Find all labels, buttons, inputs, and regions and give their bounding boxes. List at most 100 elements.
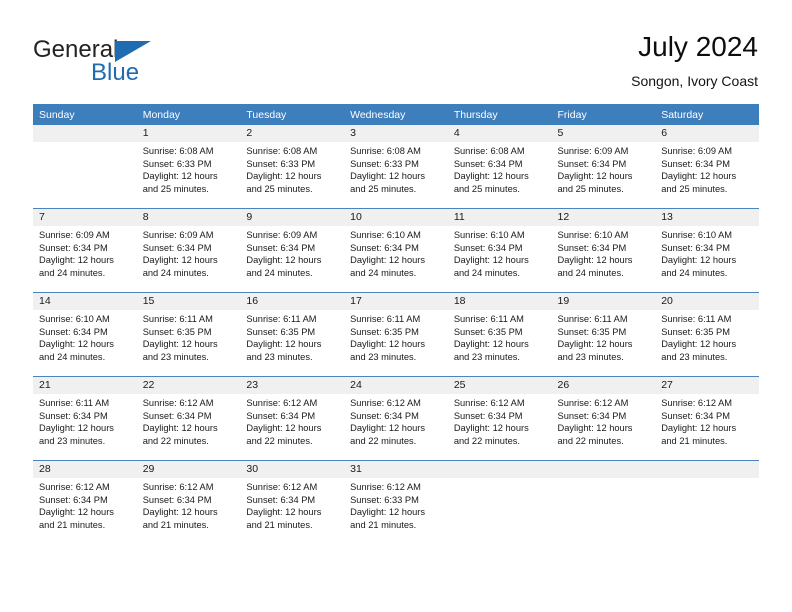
calendar-day-cell[interactable]: 10 Sunrise: 6:10 AM Sunset: 6:34 PM Dayligh… [344, 208, 448, 293]
calendar-day-cell[interactable]: 9 Sunrise: 6:09 AM Sunset: 6:34 PM Daylight… [240, 208, 345, 293]
day-details [33, 142, 137, 145]
daylight-text-cont: and 23 minutes. [453, 351, 520, 362]
calendar-day-cell[interactable]: 19 Sunrise: 6:11 AM Sunset: 6:35 PM Dayligh… [551, 292, 656, 377]
calendar-day-cell[interactable]: 25 Sunrise: 6:12 AM Sunset: 6:34 PM Dayligh… [447, 376, 552, 461]
day-number: 15 [136, 293, 241, 310]
sunrise-text: Sunrise: 6:11 AM [142, 314, 213, 324]
daylight-text: Daylight: 12 hours [246, 423, 322, 434]
calendar-day-cell[interactable]: 13 Sunrise: 6:10 AM Sunset: 6:34 PM Dayligh… [655, 208, 759, 293]
calendar-day-cell[interactable]: 16 Sunrise: 6:11 AM Sunset: 6:35 PM Dayligh… [240, 292, 345, 377]
calendar-day-cell[interactable]: 5 Sunrise: 6:09 AM Sunset: 6:34 PM Daylight… [551, 125, 656, 209]
day-details: Sunrise: 6:12 AM Sunset: 6:34 PM Daylight:… [552, 394, 656, 447]
daylight-text: Daylight: 12 hours [142, 171, 218, 182]
day-number: 10 [344, 209, 448, 226]
calendar-day-cell[interactable]: 4 Sunrise: 6:08 AM Sunset: 6:34 PM Daylight… [447, 125, 552, 209]
sunset-text: Sunset: 6:34 PM [661, 242, 730, 253]
title-block: July 2024 Songon, Ivory Coast [631, 30, 758, 90]
daylight-text-cont: and 24 minutes. [557, 267, 624, 278]
page-header: General Blue July 2024 Songon, Ivory Coa… [0, 0, 792, 102]
sunset-text: Sunset: 6:34 PM [453, 242, 523, 253]
day-details: Sunrise: 6:11 AM Sunset: 6:35 PM Daylight:… [448, 310, 552, 363]
calendar-day-cell[interactable]: 14 Sunrise: 6:10 AM Sunset: 6:34 PM Dayligh… [33, 292, 137, 377]
daylight-text: Daylight: 12 hours [661, 339, 737, 350]
day-details: Sunrise: 6:10 AM Sunset: 6:34 PM Daylight:… [552, 226, 656, 279]
sunrise-text: Sunrise: 6:11 AM [557, 314, 628, 324]
calendar-day-cell[interactable]: 24 Sunrise: 6:12 AM Sunset: 6:34 PM Dayligh… [344, 376, 448, 461]
daylight-text: Daylight: 12 hours [557, 339, 633, 350]
day-number: 13 [655, 209, 759, 226]
day-details: Sunrise: 6:09 AM Sunset: 6:34 PM Daylight:… [137, 226, 241, 279]
daylight-text: Daylight: 12 hours [246, 255, 322, 266]
sunset-text: Sunset: 6:34 PM [142, 494, 212, 505]
calendar-day-cell[interactable]: 6 Sunrise: 6:09 AM Sunset: 6:34 PM Daylight… [655, 125, 759, 209]
calendar-day-cell[interactable]: 30 Sunrise: 6:12 AM Sunset: 6:34 PM Dayligh… [240, 460, 345, 544]
calendar-day-cell[interactable]: 8 Sunrise: 6:09 AM Sunset: 6:34 PM Daylight… [136, 208, 241, 293]
calendar-day-cell[interactable]: 26 Sunrise: 6:12 AM Sunset: 6:34 PM Dayligh… [551, 376, 656, 461]
sunrise-text: Sunrise: 6:09 AM [661, 146, 733, 156]
sunrise-text: Sunrise: 6:08 AM [246, 146, 318, 156]
day-details: Sunrise: 6:09 AM Sunset: 6:34 PM Daylight:… [552, 142, 656, 195]
day-details: Sunrise: 6:12 AM Sunset: 6:34 PM Daylight:… [240, 478, 344, 531]
calendar-day-cell[interactable]: 1 Sunrise: 6:08 AM Sunset: 6:33 PM Daylight… [136, 125, 241, 209]
day-details: Sunrise: 6:08 AM Sunset: 6:33 PM Daylight:… [240, 142, 344, 195]
calendar-week-row: 28 Sunrise: 6:12 AM Sunset: 6:34 PM Dayligh… [33, 460, 759, 544]
calendar-day-cell[interactable]: 20 Sunrise: 6:11 AM Sunset: 6:35 PM Dayligh… [655, 292, 759, 377]
weekday-header-friday: Friday [551, 104, 656, 125]
day-number: 14 [33, 293, 137, 310]
calendar-day-cell[interactable]: 31 Sunrise: 6:12 AM Sunset: 6:33 PM Dayligh… [344, 460, 448, 544]
sunrise-text: Sunrise: 6:10 AM [453, 230, 525, 240]
calendar-day-cell[interactable]: 23 Sunrise: 6:12 AM Sunset: 6:34 PM Dayligh… [240, 376, 345, 461]
sunrise-text: Sunrise: 6:10 AM [39, 314, 110, 324]
daylight-text: Daylight: 12 hours [557, 255, 633, 266]
day-number: 30 [240, 461, 345, 478]
day-details: Sunrise: 6:08 AM Sunset: 6:34 PM Daylight:… [448, 142, 552, 195]
day-details: Sunrise: 6:11 AM Sunset: 6:35 PM Daylight:… [655, 310, 759, 363]
daylight-text-cont: and 25 minutes. [246, 183, 313, 194]
calendar-day-cell-empty [551, 460, 656, 544]
day-details: Sunrise: 6:10 AM Sunset: 6:34 PM Daylight:… [344, 226, 448, 279]
calendar-page: General Blue July 2024 Songon, Ivory Coa… [0, 0, 792, 612]
calendar-day-cell[interactable]: 3 Sunrise: 6:08 AM Sunset: 6:33 PM Daylight… [344, 125, 448, 209]
calendar-day-cell[interactable]: 29 Sunrise: 6:12 AM Sunset: 6:34 PM Dayligh… [136, 460, 241, 544]
calendar-day-cell[interactable]: 28 Sunrise: 6:12 AM Sunset: 6:34 PM Dayligh… [33, 460, 137, 544]
weekday-header-monday: Monday [136, 104, 241, 125]
day-number: 22 [136, 377, 241, 394]
day-details [448, 478, 552, 481]
daylight-text: Daylight: 12 hours [453, 339, 529, 350]
calendar-day-cell[interactable]: 15 Sunrise: 6:11 AM Sunset: 6:35 PM Dayligh… [136, 292, 241, 377]
calendar-day-cell[interactable]: 7 Sunrise: 6:09 AM Sunset: 6:34 PM Daylight… [33, 208, 137, 293]
daylight-text-cont: and 25 minutes. [661, 183, 728, 194]
day-details: Sunrise: 6:09 AM Sunset: 6:34 PM Daylight:… [240, 226, 344, 279]
daylight-text-cont: and 24 minutes. [142, 267, 209, 278]
sunrise-text: Sunrise: 6:12 AM [557, 398, 629, 408]
calendar-day-cell[interactable]: 17 Sunrise: 6:11 AM Sunset: 6:35 PM Dayligh… [344, 292, 448, 377]
calendar-day-cell[interactable]: 12 Sunrise: 6:10 AM Sunset: 6:34 PM Dayligh… [551, 208, 656, 293]
sunrise-text: Sunrise: 6:11 AM [39, 398, 110, 408]
sunset-text: Sunset: 6:34 PM [39, 494, 108, 505]
daylight-text: Daylight: 12 hours [350, 507, 426, 518]
general-blue-logo[interactable]: General Blue [33, 37, 233, 87]
daylight-text-cont: and 24 minutes. [350, 267, 417, 278]
sunset-text: Sunset: 6:34 PM [246, 410, 316, 421]
sunrise-text: Sunrise: 6:09 AM [246, 230, 318, 240]
day-details [655, 478, 759, 481]
calendar-day-cell[interactable]: 22 Sunrise: 6:12 AM Sunset: 6:34 PM Dayligh… [136, 376, 241, 461]
calendar-day-cell[interactable]: 27 Sunrise: 6:12 AM Sunset: 6:34 PM Dayligh… [655, 376, 759, 461]
calendar-day-cell[interactable]: 2 Sunrise: 6:08 AM Sunset: 6:33 PM Daylight… [240, 125, 345, 209]
day-number [33, 125, 137, 142]
weekday-header-tuesday: Tuesday [240, 104, 345, 125]
calendar-day-cell[interactable]: 11 Sunrise: 6:10 AM Sunset: 6:34 PM Dayligh… [447, 208, 552, 293]
daylight-text-cont: and 25 minutes. [142, 183, 209, 194]
daylight-text: Daylight: 12 hours [350, 255, 426, 266]
daylight-text-cont: and 21 minutes. [661, 435, 728, 446]
sunrise-text: Sunrise: 6:12 AM [350, 398, 421, 408]
calendar-day-cell[interactable]: 21 Sunrise: 6:11 AM Sunset: 6:34 PM Dayligh… [33, 376, 137, 461]
day-number: 31 [344, 461, 448, 478]
sunset-text: Sunset: 6:34 PM [39, 242, 108, 253]
daylight-text-cont: and 23 minutes. [246, 351, 313, 362]
day-number: 21 [33, 377, 137, 394]
sunrise-text: Sunrise: 6:08 AM [350, 146, 421, 156]
daylight-text-cont: and 22 minutes. [350, 435, 417, 446]
sunrise-text: Sunrise: 6:11 AM [246, 314, 317, 324]
calendar-day-cell[interactable]: 18 Sunrise: 6:11 AM Sunset: 6:35 PM Dayligh… [447, 292, 552, 377]
